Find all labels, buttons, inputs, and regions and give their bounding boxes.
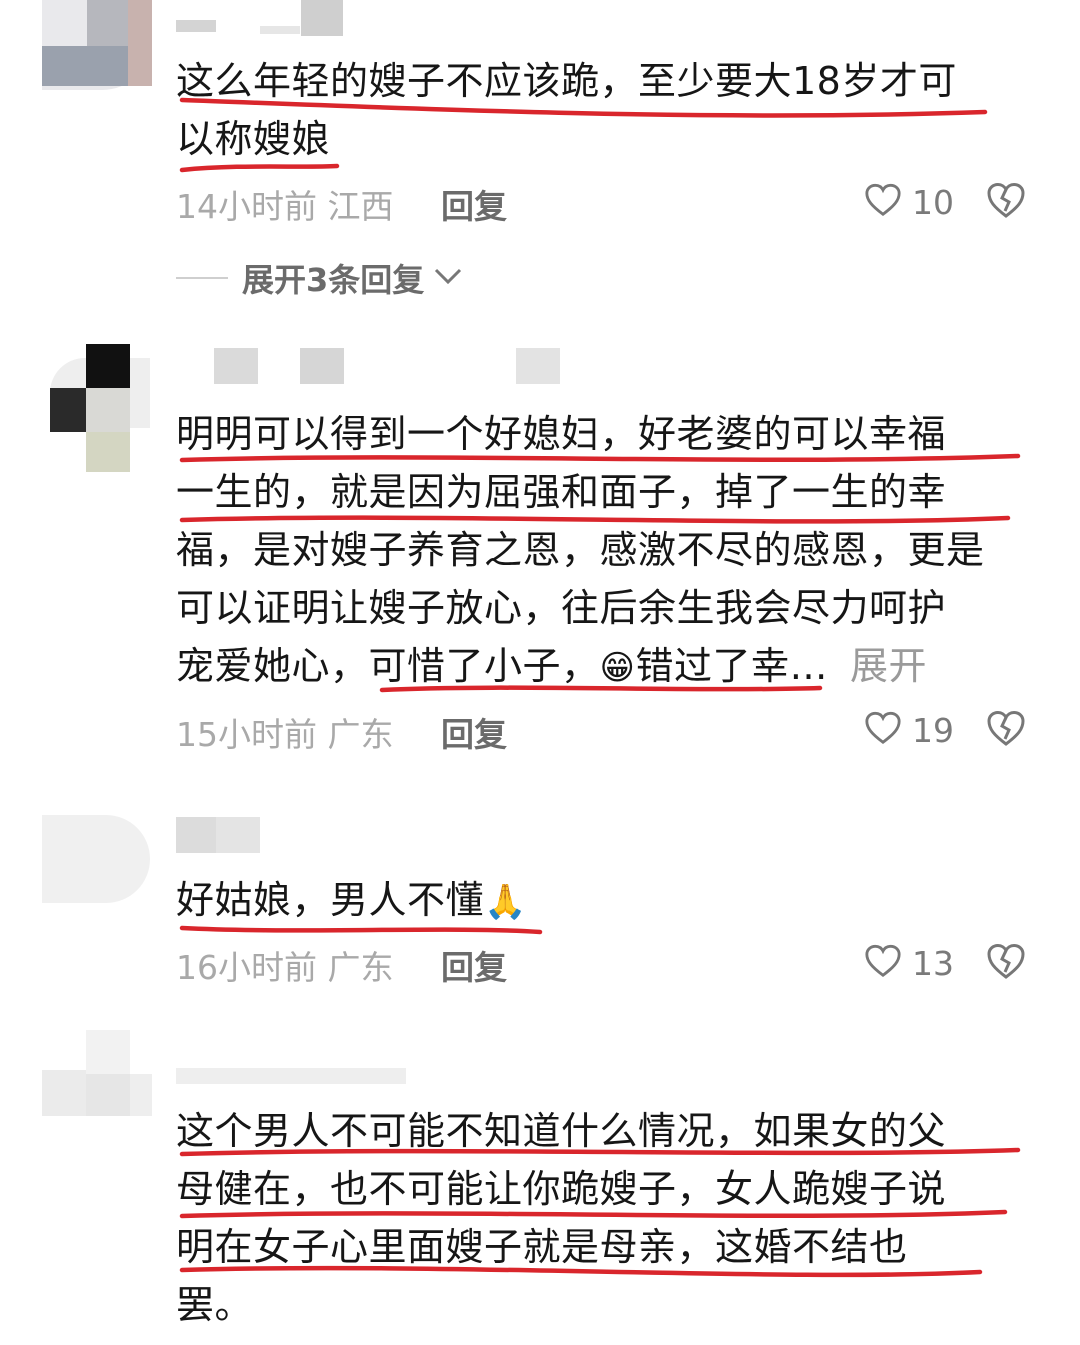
- broken-heart-icon: [986, 942, 1026, 984]
- like-button[interactable]: 19: [864, 708, 954, 752]
- folded-hands-emoji: 🙏: [484, 882, 527, 922]
- username-redacted[interactable]: [176, 1068, 416, 1104]
- heart-outline-icon: [864, 943, 902, 983]
- broken-heart-icon: [986, 181, 1026, 223]
- avatar[interactable]: [42, 815, 152, 905]
- reply-button[interactable]: 回复: [441, 180, 507, 228]
- like-count: 19: [912, 710, 954, 750]
- expand-replies-label: 展开3条回复: [242, 261, 425, 299]
- dislike-button[interactable]: [986, 180, 1026, 224]
- comment-meta: 15小时前 广东 回复: [176, 710, 507, 754]
- comment-text: 这么年轻的嫂子不应该跪，至少要大18岁才可 以称嫂娘: [176, 59, 957, 161]
- username-redacted[interactable]: [176, 817, 316, 853]
- grinning-face-emoji: 😁: [599, 648, 636, 688]
- comment-4: 这个男人不可能不知道什么情况，如果女的父 母健在，也不可能让你跪嫂子，女人跪嫂子…: [0, 1030, 1080, 1345]
- avatar[interactable]: [42, 1030, 152, 1120]
- comment-meta: 14小时前 江西 回复: [176, 182, 507, 226]
- dislike-button[interactable]: [986, 941, 1026, 985]
- like-count: 13: [912, 943, 954, 983]
- heart-outline-icon: [864, 182, 902, 222]
- expand-replies[interactable]: 展开3条回复: [176, 255, 464, 301]
- comment-2: 明明可以得到一个好媳妇，好老婆的可以幸福 一生的，就是因为屈强和面子，掉了一生的…: [0, 340, 1080, 780]
- comment-3: 好姑娘，男人不懂🙏 16小时前 广东 回复 13: [0, 815, 1080, 1015]
- like-button[interactable]: 13: [864, 941, 954, 985]
- time-location: 15小时前 广东: [176, 715, 394, 754]
- reply-button[interactable]: 回复: [441, 941, 507, 989]
- comment-1: 这么年轻的嫂子不应该跪，至少要大18岁才可 以称嫂娘 14小时前 江西 回复 1…: [0, 0, 1080, 320]
- comment-meta: 16小时前 广东 回复: [176, 943, 507, 987]
- broken-heart-icon: [986, 709, 1026, 751]
- show-more-link[interactable]: 展开: [850, 644, 927, 688]
- comment-text: 明明可以得到一个好媳妇，好老婆的可以幸福 一生的，就是因为屈强和面子，掉了一生的…: [176, 412, 985, 688]
- reply-button[interactable]: 回复: [441, 708, 507, 756]
- avatar[interactable]: [42, 340, 172, 476]
- username-redacted[interactable]: [176, 348, 596, 384]
- chevron-down-icon: [424, 265, 464, 291]
- time-location: 14小时前 江西: [176, 187, 394, 226]
- comment-text: 这个男人不可能不知道什么情况，如果女的父 母健在，也不可能让你跪嫂子，女人跪嫂子…: [176, 1109, 947, 1327]
- dislike-button[interactable]: [986, 708, 1026, 752]
- like-button[interactable]: 10: [864, 180, 954, 224]
- like-count: 10: [912, 182, 954, 222]
- username-redacted[interactable]: [176, 0, 356, 36]
- time-location: 16小时前 广东: [176, 948, 394, 987]
- comment-text: 好姑娘，男人不懂🙏: [176, 878, 527, 922]
- heart-outline-icon: [864, 710, 902, 750]
- avatar[interactable]: [42, 0, 152, 90]
